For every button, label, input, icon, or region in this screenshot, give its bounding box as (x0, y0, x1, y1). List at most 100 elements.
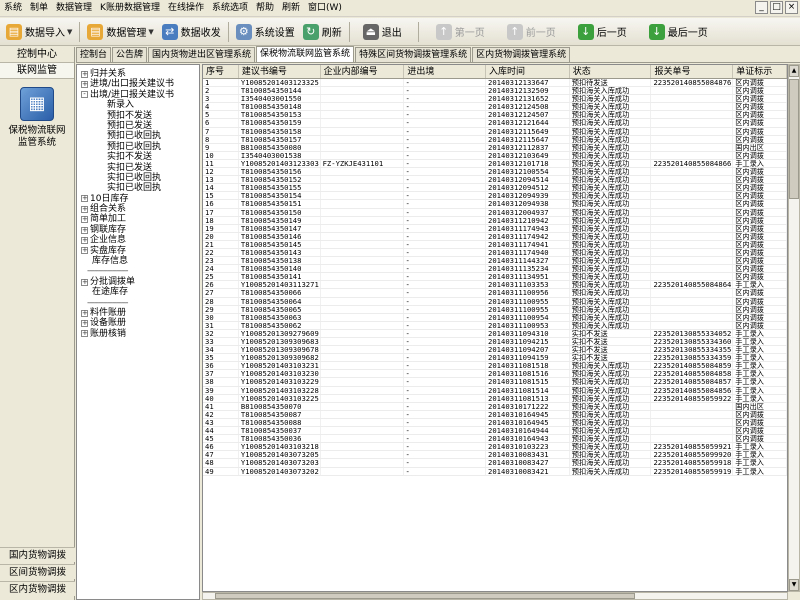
tree-node[interactable]: + 进境/出口报关建议书 (77, 79, 199, 89)
network-supervision-tab[interactable]: 联网监管 (0, 63, 74, 79)
table-row[interactable]: 35 Y10085201309309682 -20140311094159 实扣不发送… (203, 354, 787, 363)
table-row[interactable]: 14 T8100854350155 -20140312094512 预扣海关入库成功 区… (203, 184, 787, 193)
expand-icon[interactable]: + (81, 216, 88, 224)
menu-item[interactable]: K账册数据管理 (96, 0, 164, 17)
exit-button[interactable]: ⏏ 退出 (359, 20, 406, 44)
table-row[interactable]: 32 Y10085201309279609 -20140311094310 实扣不发送… (203, 329, 787, 338)
expand-icon[interactable]: + (81, 205, 88, 213)
column-header[interactable]: 序号 (203, 65, 239, 78)
table-row[interactable]: 9 B8100854350080 -20140312112837 预扣海关入库成功 国内… (203, 143, 787, 152)
vertical-scrollbar[interactable]: ▲ ▼ (788, 64, 800, 592)
expand-icon[interactable]: + (81, 320, 88, 328)
table-row[interactable]: 39 Y10085201403103228 -20140311081514 预扣海关入… (203, 386, 787, 395)
tree-leaf[interactable]: 实扣已收回执 (77, 173, 199, 183)
data-receive-button[interactable]: ⇄ 数据收发 (158, 20, 225, 44)
table-row[interactable]: 31 T8100854350062 -20140311100953 预扣海关入库成功 区… (203, 321, 787, 330)
expand-icon[interactable]: + (81, 70, 88, 78)
table-row[interactable]: 36 Y10085201403103231 -20140311081518 预扣海关入… (203, 362, 787, 371)
table-row[interactable]: 6 T8100854350159 -20140312121644 预扣海关入库成功 区内… (203, 119, 787, 128)
expand-icon[interactable]: + (81, 247, 88, 255)
domestic-transfer-button[interactable]: 国内货物调拨 (0, 547, 75, 562)
expand-icon[interactable]: + (81, 226, 88, 234)
tree-leaf[interactable]: 预扣已收回执 (77, 142, 199, 152)
table-row[interactable]: 29 T8100854350065 -20140311100955 预扣海关入库成功 区… (203, 305, 787, 314)
table-row[interactable]: 38 Y10085201403103229 -20140311081515 预扣海关入… (203, 378, 787, 387)
table-row[interactable]: 24 T8100854350140 -20140311135234 预扣海关入库成功 区… (203, 265, 787, 274)
expand-icon[interactable]: + (81, 309, 88, 317)
tree-node[interactable]: +10日库存 (77, 194, 199, 204)
refresh-button[interactable]: ↻ 刷新 (299, 20, 346, 44)
tree-node[interactable]: + 钢联库存 (77, 225, 199, 235)
table-row[interactable]: 44 T8100854350037 -20140310164944 预扣海关入库成功 区… (203, 427, 787, 436)
tree-leaf[interactable]: 预扣不发送 (77, 111, 199, 121)
menu-item[interactable]: 帮助 (252, 0, 278, 17)
scroll-up-icon[interactable]: ▲ (789, 65, 799, 77)
menu-item[interactable]: 制单 (26, 0, 52, 17)
tree-leaf[interactable]: 实扣不发送 (77, 152, 199, 162)
table-row[interactable]: 26 Y10085201403113271 -20140311103353 预扣海关入… (203, 281, 787, 290)
menu-item[interactable]: 在线操作 (164, 0, 208, 17)
table-row[interactable]: 41 B8100854350070 -20140310171222 预扣海关入库成功 国… (203, 402, 787, 411)
menu-item[interactable]: 系统 (0, 0, 26, 17)
column-header[interactable]: 建议书编号 (239, 65, 321, 78)
minimize-button[interactable]: _ (755, 1, 768, 14)
tab-1[interactable]: 公告牌 (112, 47, 148, 62)
tab-5[interactable]: 区内货物调拨管理系统 (472, 47, 571, 62)
table-row[interactable]: 3 I3540403001550 -20140312131652 预扣海关入库成功 区内… (203, 95, 787, 104)
tab-4[interactable]: 特殊区间货物调拨管理系统 (355, 47, 472, 62)
menu-item[interactable]: 系统选项 (208, 0, 252, 17)
tree-node[interactable]: + 简单加工 (77, 214, 199, 224)
tree-node[interactable]: + 实盘库存 (77, 246, 199, 256)
tree-node[interactable]: + 企业信息 (77, 235, 199, 245)
table-row[interactable]: 13 T8100854350152 -20140312094514 预扣海关入库成功 区… (203, 176, 787, 185)
menu-item[interactable]: 数据管理 (52, 0, 96, 17)
tree-node[interactable]: + 归并关系 (77, 69, 199, 79)
table-row[interactable]: 20 T8100854350146 -20140311174942 预扣海关入库成功 区… (203, 232, 787, 241)
horizontal-scrollbar[interactable] (202, 592, 788, 600)
tree-node[interactable]: + 分批调拨单 (77, 277, 199, 287)
prev-page-button[interactable]: ↑ 前一页 (503, 20, 560, 44)
table-row[interactable]: 21 T8100854350145 -20140311174941 预扣海关入库成功 区… (203, 240, 787, 249)
table-row[interactable]: 15 T8100854350154 -20140312094939 预扣海关入库成功 区… (203, 192, 787, 201)
tree-leaf[interactable]: 库存信息 (77, 256, 199, 266)
menu-item[interactable]: 窗口(W) (304, 0, 346, 17)
data-import-button[interactable]: ▤ 数据导入 ▼ (2, 20, 76, 44)
tab-3[interactable]: 保税物流联网监管系统 (256, 46, 355, 62)
collapse-icon[interactable]: - (81, 91, 88, 99)
table-row[interactable]: 4 T8100854350148 -20140312124508 预扣海关入库成功 区内… (203, 103, 787, 112)
tree-leaf[interactable]: 新录入 (77, 100, 199, 110)
table-row[interactable]: 22 T8100854350143 -20140311174940 预扣海关入库成功 区… (203, 248, 787, 258)
column-header[interactable]: 进出境 (404, 65, 487, 78)
table-row[interactable]: 25 T8100854350141 -20140311134951 预扣海关入库成功 区… (203, 273, 787, 282)
data-manage-button[interactable]: ▤ 数据管理 ▼ (83, 20, 157, 44)
table-row[interactable]: 10 I3540403001538 -20140312103649 预扣海关入库成功 区… (203, 151, 787, 160)
restore-button[interactable]: □ (770, 1, 783, 14)
system-settings-button[interactable]: ⚙ 系统设置 (232, 20, 299, 44)
tab-2[interactable]: 国内货物进出区管理系统 (148, 47, 256, 62)
expand-icon[interactable]: + (81, 236, 88, 244)
expand-icon[interactable]: + (81, 278, 88, 286)
table-row[interactable]: 47 Y10085201403073205 -20140310083431 预扣海关入… (203, 451, 787, 460)
table-row[interactable]: 8 T8100854350157 -20140312115647 预扣海关入库成功 区内… (203, 135, 787, 144)
bonded-logistics-module[interactable]: ▦ 保税物流联网监管系统 (4, 87, 70, 149)
table-row[interactable]: 45 T8100854350036 -20140310164943 预扣海关入库成功 区… (203, 435, 787, 444)
intra-zone-transfer-button[interactable]: 区内货物调拨 (0, 581, 75, 596)
table-row[interactable]: 46 Y10085201403103218 -20140310103223 预扣海关入… (203, 443, 787, 452)
table-row[interactable]: 11 Y10085201403123303 FZ-YZKJE431101-20140… (203, 159, 787, 169)
table-row[interactable]: 48 Y10085201403073203 -20140310083427 预扣海关入… (203, 459, 787, 468)
tree-node[interactable]: + 设备账册 (77, 318, 199, 328)
column-header[interactable]: 企业内部编号 (321, 65, 405, 78)
table-row[interactable]: 16 T8100854350151 -20140312094938 预扣海关入库成功 区… (203, 200, 787, 209)
scroll-thumb[interactable] (215, 593, 635, 599)
scroll-thumb[interactable] (789, 79, 799, 199)
column-header[interactable]: 状态 (570, 65, 652, 78)
table-row[interactable]: 27 T8100854350066 -20140311100956 预扣海关入库成功 区… (203, 289, 787, 298)
table-row[interactable]: 33 Y10085201309309683 -20140311094215 实扣不发送… (203, 338, 787, 347)
table-row[interactable]: 37 Y10085201403103230 -20140311081516 预扣海关入… (203, 370, 787, 379)
table-row[interactable]: 12 T8100854350156 -20140312100554 预扣海关入库成功 区… (203, 168, 787, 177)
scroll-down-icon[interactable]: ▼ (789, 579, 799, 591)
table-row[interactable]: 23 T8100854350138 -20140311144327 预扣海关入库成功 区… (203, 257, 787, 266)
tree-leaf[interactable]: 实扣已发送 (77, 163, 199, 173)
first-page-button[interactable]: ↑ 第一页 (432, 20, 489, 44)
column-header[interactable]: 报关单号 (651, 65, 734, 78)
